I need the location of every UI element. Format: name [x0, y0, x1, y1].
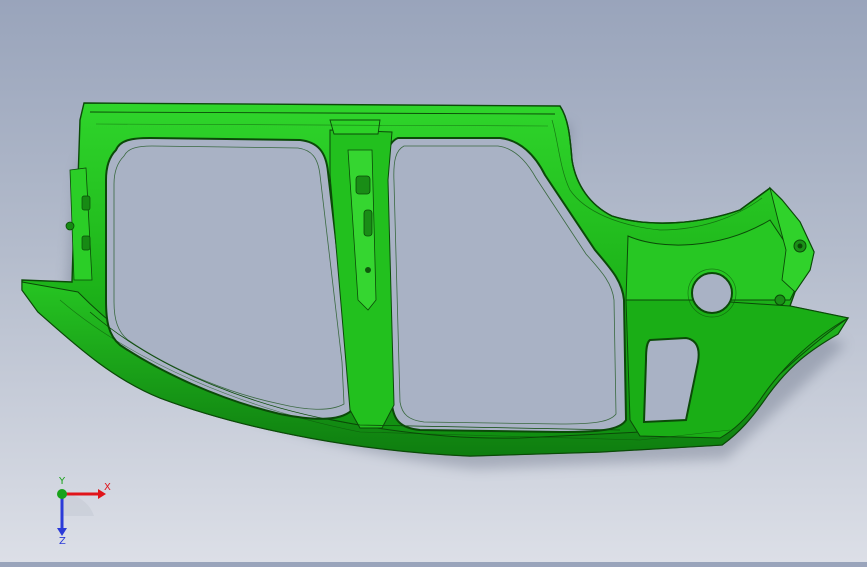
cad-graphics-viewport[interactable]: X Y Z	[0, 0, 867, 562]
x-axis-label: X	[104, 482, 111, 493]
quarter-bolt-hole	[774, 294, 786, 306]
model-canvas[interactable]	[0, 0, 867, 562]
b-pillar-hole	[365, 267, 371, 273]
z-axis-label: Z	[59, 536, 66, 546]
z-axis-arrowhead	[57, 528, 67, 536]
orientation-triad[interactable]: X Y Z	[40, 476, 120, 547]
y-axis-label: Y	[58, 476, 66, 487]
triad-plane	[62, 493, 94, 516]
hinge-slot-upper	[81, 195, 91, 211]
b-pillar-slot-2	[363, 209, 373, 237]
y-axis-dot	[57, 489, 67, 499]
fuel-filler-opening	[691, 272, 733, 314]
roof-rail-pocket	[329, 119, 381, 135]
hinge-bolt-hole	[65, 221, 75, 231]
hinge-slot-lower	[81, 235, 91, 251]
rear-door-opening	[384, 137, 628, 434]
b-pillar-slot	[355, 175, 371, 195]
body-side-panel[interactable]	[21, 102, 850, 457]
